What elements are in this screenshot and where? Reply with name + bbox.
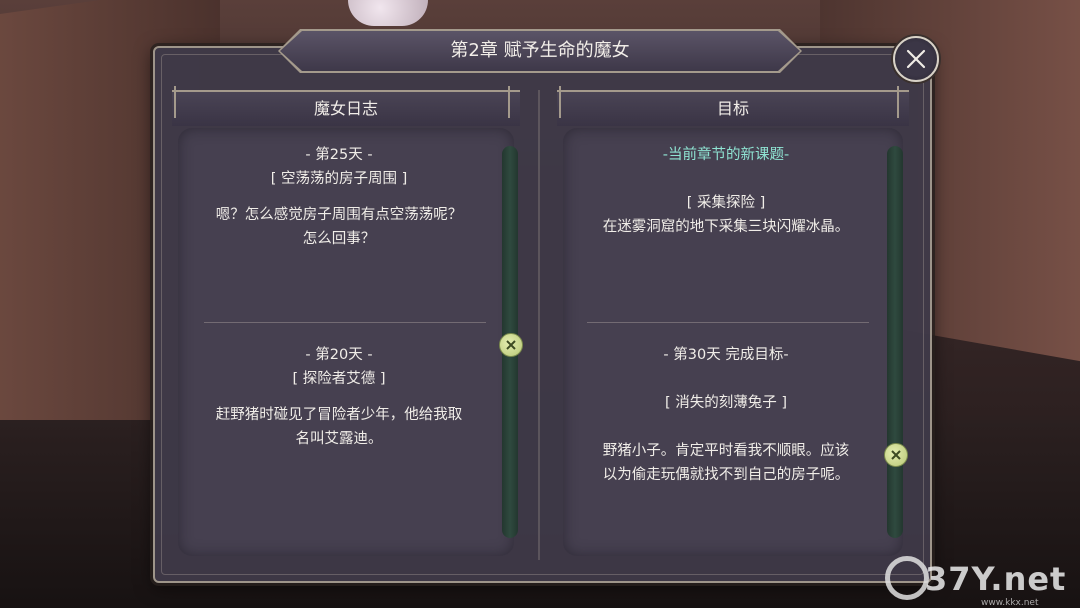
watermark-text: 37Y.net: [925, 560, 1067, 598]
goals-scroll-knob[interactable]: [884, 443, 908, 467]
current-goal: -当前章节的新课题- [ 采集探险 ] 在迷雾洞窟的地下采集三块闪耀冰晶。: [563, 143, 889, 239]
watermark: 37Y.net www.kkx.net: [885, 552, 1075, 608]
completed-goal: - 第30天 完成目标- [ 消失的刻薄兔子 ] 野猪小子。肯定平时看我不顺眼。…: [563, 343, 889, 487]
goal-text: 在迷雾洞窟的地下采集三块闪耀冰晶。: [602, 219, 850, 235]
goal-separator: [587, 322, 869, 323]
goals-list[interactable]: -当前章节的新课题- [ 采集探险 ] 在迷雾洞窟的地下采集三块闪耀冰晶。 - …: [563, 128, 908, 556]
entry-text: 怎么回事？: [302, 231, 376, 247]
current-task-label: -当前章节的新课题-: [662, 147, 790, 163]
witch-character: [348, 0, 428, 26]
x-knob-icon: [506, 340, 516, 350]
dialog-title: 第2章 赋予生命的魔女: [450, 40, 630, 61]
goal-text: 野猪小子。肯定平时看我不顺眼。应该: [602, 443, 850, 459]
column-divider: [538, 90, 540, 560]
witch-journal-column: 魔女日志 - 第25天 - [ 空荡荡的房子周围 ] 嗯？怎么感觉房子周围有点空…: [172, 86, 523, 560]
goals-header: 目标: [557, 86, 909, 126]
journal-header: 魔女日志: [172, 86, 520, 126]
completed-label: - 第30天 完成目标-: [663, 347, 789, 363]
journal-entry: - 第25天 - [ 空荡荡的房子周围 ] 嗯？怎么感觉房子周围有点空荡荡呢？ …: [178, 143, 500, 251]
entry-text: 赶野猪时碰见了冒险者少年，他给我取: [215, 407, 463, 423]
entry-subtitle: [ 空荡荡的房子周围 ]: [270, 171, 408, 187]
entry-text: 嗯？怎么感觉房子周围有点空荡荡呢？: [215, 207, 463, 223]
goals-scrollbar[interactable]: [887, 146, 903, 538]
goal-subtitle: [ 采集探险 ]: [686, 195, 766, 211]
journal-entry: - 第20天 - [ 探险者艾德 ] 赶野猪时碰见了冒险者少年，他给我取 名叫艾…: [178, 343, 500, 451]
close-icon: [906, 49, 926, 69]
close-button[interactable]: [893, 36, 939, 82]
entry-day: - 第25天 -: [305, 147, 373, 163]
journal-scroll-knob[interactable]: [499, 333, 523, 357]
watermark-logo: [885, 556, 929, 600]
entry-day: - 第20天 -: [305, 347, 373, 363]
entry-subtitle: [ 探险者艾德 ]: [292, 371, 386, 387]
watermark-url: www.kkx.net: [981, 598, 1039, 608]
journal-list[interactable]: - 第25天 - [ 空荡荡的房子周围 ] 嗯？怎么感觉房子周围有点空荡荡呢？ …: [178, 128, 523, 556]
entry-text: 名叫艾露迪。: [295, 431, 383, 447]
x-knob-icon: [891, 450, 901, 460]
goal-text: 以为偷走玩偶就找不到自己的房子呢。: [602, 467, 850, 483]
goal-subtitle: [ 消失的刻薄兔子 ]: [664, 395, 788, 411]
entry-separator: [204, 322, 486, 323]
goals-column: 目标 -当前章节的新课题- [ 采集探险 ] 在迷雾洞窟的地下采集三块闪耀冰晶。…: [557, 86, 909, 560]
